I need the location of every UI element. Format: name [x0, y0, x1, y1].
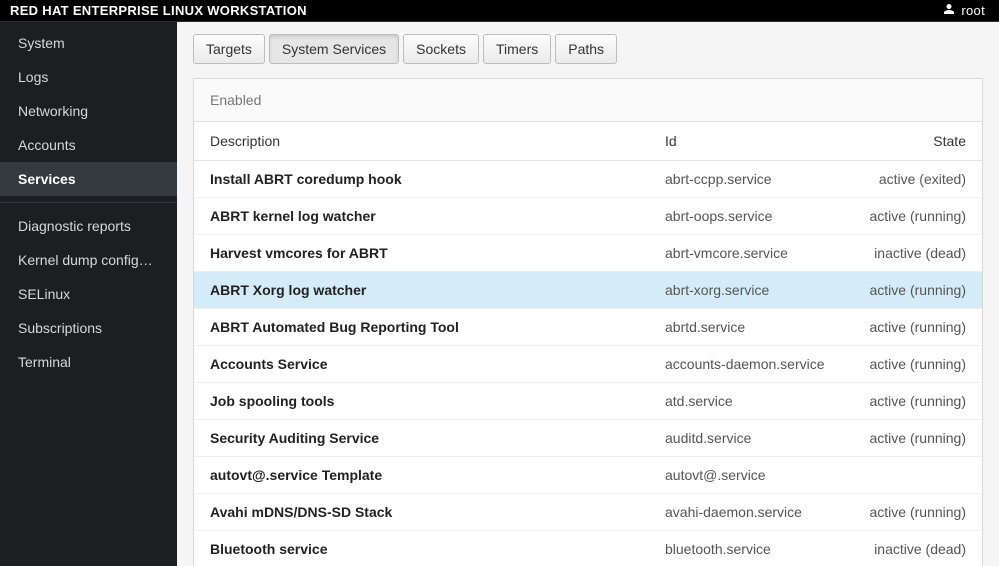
service-description: Security Auditing Service [210, 430, 665, 446]
col-header-id[interactable]: Id [665, 133, 855, 149]
table-row[interactable]: ABRT Automated Bug Reporting Toolabrtd.s… [194, 309, 982, 346]
service-state: active (running) [855, 393, 966, 409]
tab-targets[interactable]: Targets [193, 34, 265, 64]
service-state: active (running) [855, 282, 966, 298]
sidebar-item-kernel-dump-configura[interactable]: Kernel dump configura… [0, 243, 177, 277]
col-header-description[interactable]: Description [210, 133, 665, 149]
col-header-state[interactable]: State [855, 133, 966, 149]
user-icon [943, 3, 955, 18]
os-title: RED HAT ENTERPRISE LINUX WORKSTATION [10, 3, 939, 18]
service-id: atd.service [665, 393, 855, 409]
service-id: abrt-vmcore.service [665, 245, 855, 261]
tab-paths[interactable]: Paths [555, 34, 617, 64]
sidebar-item-system[interactable]: System [0, 26, 177, 60]
shell: SystemLogsNetworkingAccountsServices Dia… [0, 22, 999, 566]
sidebar-item-services[interactable]: Services [0, 162, 177, 196]
table-row[interactable]: Bluetooth servicebluetooth.serviceinacti… [194, 531, 982, 566]
service-description: Harvest vmcores for ABRT [210, 245, 665, 261]
service-description: Install ABRT coredump hook [210, 171, 665, 187]
service-state: active (running) [855, 430, 966, 446]
service-id: avahi-daemon.service [665, 504, 855, 520]
sidebar-item-networking[interactable]: Networking [0, 94, 177, 128]
main-content: TargetsSystem ServicesSocketsTimersPaths… [177, 22, 999, 566]
table-header: Description Id State [194, 122, 982, 161]
sidebar-item-terminal[interactable]: Terminal [0, 345, 177, 379]
service-description: ABRT kernel log watcher [210, 208, 665, 224]
service-id: accounts-daemon.service [665, 356, 855, 372]
sidebar-item-logs[interactable]: Logs [0, 60, 177, 94]
service-description: ABRT Xorg log watcher [210, 282, 665, 298]
service-id: autovt@.service [665, 467, 855, 483]
service-state: active (running) [855, 208, 966, 224]
top-bar: RED HAT ENTERPRISE LINUX WORKSTATION roo… [0, 0, 999, 22]
service-id: auditd.service [665, 430, 855, 446]
user-name: root [961, 3, 985, 18]
table-row[interactable]: Security Auditing Serviceauditd.servicea… [194, 420, 982, 457]
table-row[interactable]: Harvest vmcores for ABRTabrt-vmcore.serv… [194, 235, 982, 272]
service-description: Avahi mDNS/DNS-SD Stack [210, 504, 665, 520]
user-menu[interactable]: root [939, 3, 989, 18]
service-description: autovt@.service Template [210, 467, 665, 483]
service-state: active (exited) [855, 171, 966, 187]
table-row[interactable]: Accounts Serviceaccounts-daemon.servicea… [194, 346, 982, 383]
table-row[interactable]: Avahi mDNS/DNS-SD Stackavahi-daemon.serv… [194, 494, 982, 531]
service-id: abrtd.service [665, 319, 855, 335]
service-description: ABRT Automated Bug Reporting Tool [210, 319, 665, 335]
table-row[interactable]: Install ABRT coredump hookabrt-ccpp.serv… [194, 161, 982, 198]
service-state: inactive (dead) [855, 541, 966, 557]
table-row[interactable]: Job spooling toolsatd.serviceactive (run… [194, 383, 982, 420]
services-panel: Enabled Description Id State Install ABR… [193, 78, 983, 566]
service-state: active (running) [855, 504, 966, 520]
service-id: abrt-xorg.service [665, 282, 855, 298]
service-id: abrt-oops.service [665, 208, 855, 224]
sidebar-divider [0, 202, 177, 203]
tab-sockets[interactable]: Sockets [403, 34, 479, 64]
service-id: abrt-ccpp.service [665, 171, 855, 187]
sidebar-item-selinux[interactable]: SELinux [0, 277, 177, 311]
table-row[interactable]: ABRT kernel log watcherabrt-oops.service… [194, 198, 982, 235]
sidebar-item-diagnostic-reports[interactable]: Diagnostic reports [0, 209, 177, 243]
sidebar-item-accounts[interactable]: Accounts [0, 128, 177, 162]
service-state: active (running) [855, 319, 966, 335]
service-description: Accounts Service [210, 356, 665, 372]
service-state: inactive (dead) [855, 245, 966, 261]
service-description: Bluetooth service [210, 541, 665, 557]
service-state [855, 467, 966, 483]
service-id: bluetooth.service [665, 541, 855, 557]
sidebar-item-subscriptions[interactable]: Subscriptions [0, 311, 177, 345]
tab-system-services[interactable]: System Services [269, 34, 399, 64]
service-description: Job spooling tools [210, 393, 665, 409]
table-row[interactable]: ABRT Xorg log watcherabrt-xorg.serviceac… [194, 272, 982, 309]
table-body[interactable]: Install ABRT coredump hookabrt-ccpp.serv… [194, 161, 982, 566]
tabs: TargetsSystem ServicesSocketsTimersPaths [193, 34, 983, 64]
tab-timers[interactable]: Timers [483, 34, 551, 64]
service-state: active (running) [855, 356, 966, 372]
table-row[interactable]: autovt@.service Templateautovt@.service [194, 457, 982, 494]
panel-section-label: Enabled [194, 79, 982, 122]
sidebar: SystemLogsNetworkingAccountsServices Dia… [0, 22, 177, 566]
